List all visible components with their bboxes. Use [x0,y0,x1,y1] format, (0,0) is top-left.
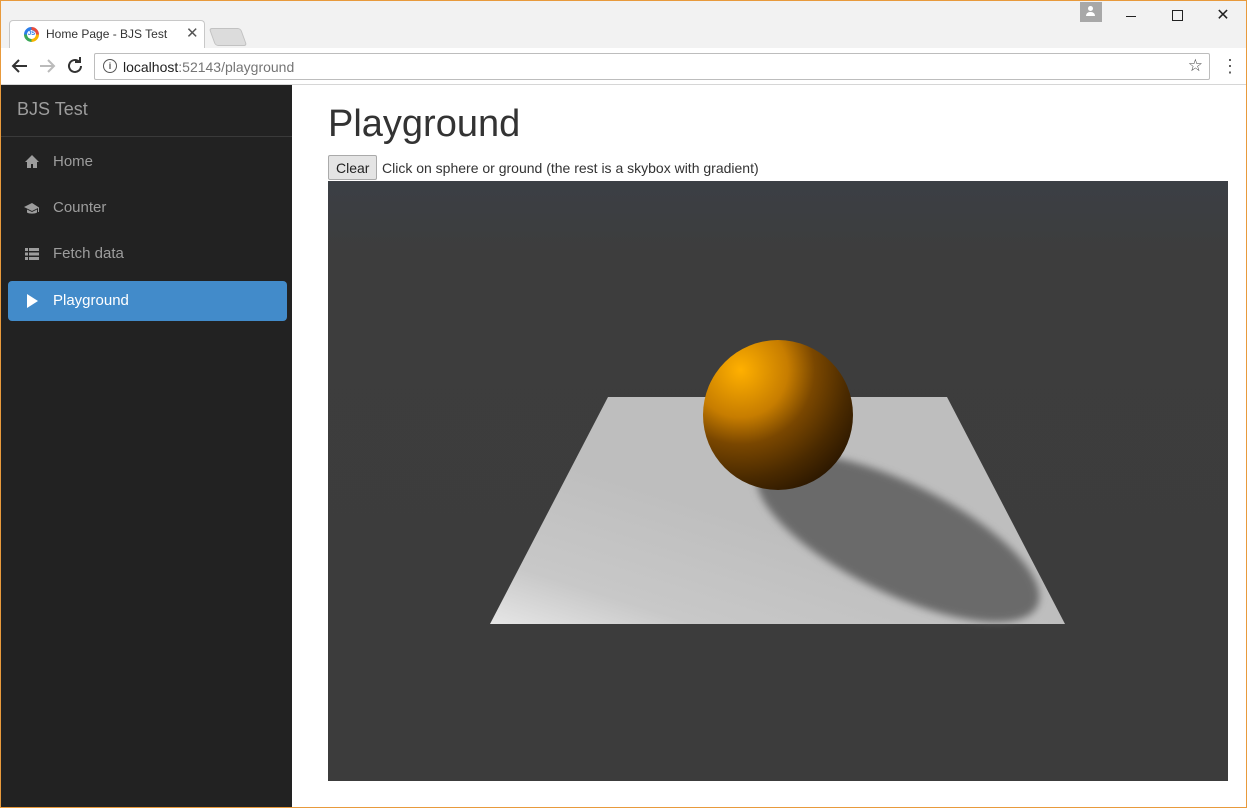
play-icon [24,293,40,309]
main-content: Playground Clear Click on sphere or grou… [328,85,1228,807]
tab-strip: JS Home Page - BJS Test ✕ ✕ [1,1,1246,48]
new-tab-button[interactable] [208,28,248,46]
sphere[interactable] [703,340,853,490]
sidebar-item-label: Fetch data [53,245,124,262]
page-title: Playground [328,103,521,145]
sidebar-item-label: Playground [53,292,129,309]
sidebar-item-home[interactable]: Home [8,142,287,182]
user-profile-icon[interactable] [1080,2,1102,22]
browser-menu-icon[interactable]: ⋮ [1220,54,1240,78]
instructions-text: Click on sphere or ground (the rest is a… [382,160,759,176]
reload-icon[interactable] [63,54,87,78]
page-content: BJS Test Home Counter Fetch data Playgro… [1,85,1246,807]
sidebar-item-playground[interactable]: Playground [8,281,287,321]
sidebar: BJS Test Home Counter Fetch data Playgro… [1,85,292,807]
sidebar-divider [1,136,292,137]
sidebar-item-fetch-data[interactable]: Fetch data [8,234,287,274]
tab-close-icon[interactable]: ✕ [186,24,199,42]
babylonjs-favicon-icon: JS [24,27,39,42]
info-icon[interactable]: i [103,59,117,73]
url-text: localhost:52143/playground [123,59,295,75]
graduation-cap-icon [24,200,40,216]
address-bar[interactable]: i localhost:52143/playground ☆ [94,53,1210,80]
list-icon [24,246,40,262]
brand-link[interactable]: BJS Test [17,99,88,120]
browser-tab[interactable]: JS Home Page - BJS Test ✕ [9,20,205,48]
maximize-button[interactable] [1154,1,1200,31]
browser-window: JS Home Page - BJS Test ✕ ✕ i localhost:… [0,0,1247,808]
clear-button[interactable]: Clear [328,155,378,180]
tab-title: Home Page - BJS Test [46,27,168,41]
forward-arrow-icon[interactable] [35,54,59,78]
sidebar-item-label: Home [53,153,94,170]
sidebar-item-label: Counter [53,199,107,216]
bookmark-star-icon[interactable]: ☆ [1188,56,1203,76]
babylon-render-canvas[interactable] [328,181,1228,781]
sidebar-item-counter[interactable]: Counter [8,188,287,228]
browser-toolbar: i localhost:52143/playground ☆ ⋮ [1,48,1246,85]
home-icon [24,154,40,170]
close-window-button[interactable]: ✕ [1200,1,1246,31]
minimize-button[interactable] [1108,1,1154,31]
back-arrow-icon[interactable] [8,54,32,78]
